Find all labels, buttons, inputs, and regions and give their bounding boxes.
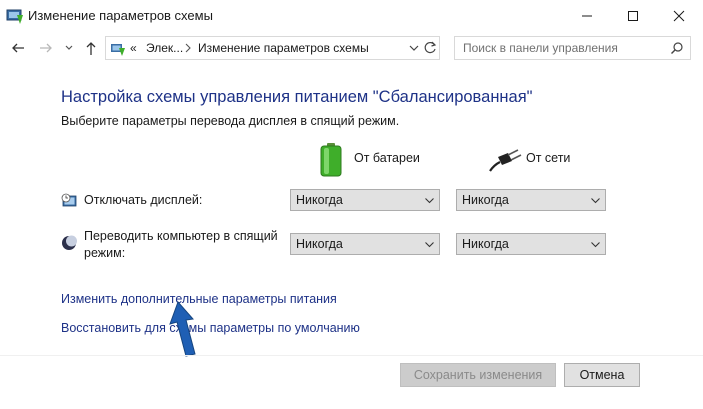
window-title: Изменение параметров схемы (28, 8, 213, 23)
maximize-icon (628, 11, 638, 21)
power-options-app-icon (6, 9, 23, 24)
search-box[interactable]: Поиск в панели управления (454, 36, 691, 60)
up-button[interactable] (82, 38, 100, 58)
close-icon (673, 10, 685, 22)
footer-divider (0, 355, 703, 356)
battery-icon (320, 143, 342, 177)
breadcrumb-overflow[interactable]: « (130, 41, 137, 55)
chevron-down-icon (425, 198, 434, 204)
sleep-computer-label: Переводить компьютер в спящий режим: (84, 229, 278, 260)
address-history-chevron-icon[interactable] (408, 42, 420, 54)
page-title: Настройка схемы управления питанием "Сба… (61, 88, 533, 106)
cancel-button[interactable]: Отмена (564, 363, 640, 387)
sleep-battery-select[interactable]: Никогда (290, 233, 440, 255)
search-placeholder: Поиск в панели управления (463, 41, 618, 55)
search-icon[interactable] (670, 41, 684, 55)
arrow-up-icon (86, 42, 96, 55)
refresh-icon[interactable] (422, 40, 438, 56)
arrow-left-icon (12, 43, 24, 53)
pointer-arrow-icon (169, 301, 196, 357)
address-bar[interactable]: « Элек... Изменение параметров схемы (105, 36, 440, 60)
ac-column-label: От сети (526, 151, 571, 165)
select-value: Никогда (462, 193, 509, 207)
breadcrumb-item[interactable]: Элек... (146, 41, 183, 55)
close-button[interactable] (656, 0, 702, 32)
display-battery-select[interactable]: Никогда (290, 189, 440, 211)
navigation-bar: « Элек... Изменение параметров схемы Пои… (0, 33, 703, 63)
recent-locations-button[interactable] (62, 38, 76, 58)
minimize-icon (582, 15, 592, 17)
title-bar: Изменение параметров схемы (0, 0, 703, 32)
power-plug-icon (489, 149, 522, 172)
minimize-button[interactable] (564, 0, 610, 32)
maximize-button[interactable] (610, 0, 656, 32)
power-options-location-icon (111, 44, 125, 56)
arrow-right-icon (40, 43, 52, 53)
page-subtitle: Выберите параметры перевода дисплея в сп… (61, 114, 400, 128)
forward-button[interactable] (36, 38, 56, 58)
display-ac-select[interactable]: Никогда (456, 189, 606, 211)
breadcrumb-item[interactable]: Изменение параметров схемы (198, 41, 369, 55)
battery-column-label: От батареи (354, 151, 420, 165)
restore-defaults-link[interactable]: Восстановить для схемы параметры по умол… (61, 321, 360, 335)
select-value: Никогда (462, 237, 509, 251)
chevron-down-icon (425, 242, 434, 248)
save-changes-button[interactable]: Сохранить изменения (400, 363, 556, 387)
power-plan-window: Изменение параметров схемы « Элек... Изм… (0, 0, 703, 409)
sleep-moon-icon (62, 235, 77, 250)
display-clock-icon (61, 193, 77, 207)
select-value: Никогда (296, 237, 343, 251)
chevron-down-icon (591, 198, 600, 204)
select-value: Никогда (296, 193, 343, 207)
chevron-down-icon (591, 242, 600, 248)
back-button[interactable] (8, 38, 28, 58)
breadcrumb-separator-icon[interactable] (184, 40, 192, 59)
sleep-ac-select[interactable]: Никогда (456, 233, 606, 255)
turn-off-display-label: Отключать дисплей: (84, 193, 203, 207)
chevron-down-icon (65, 45, 73, 50)
